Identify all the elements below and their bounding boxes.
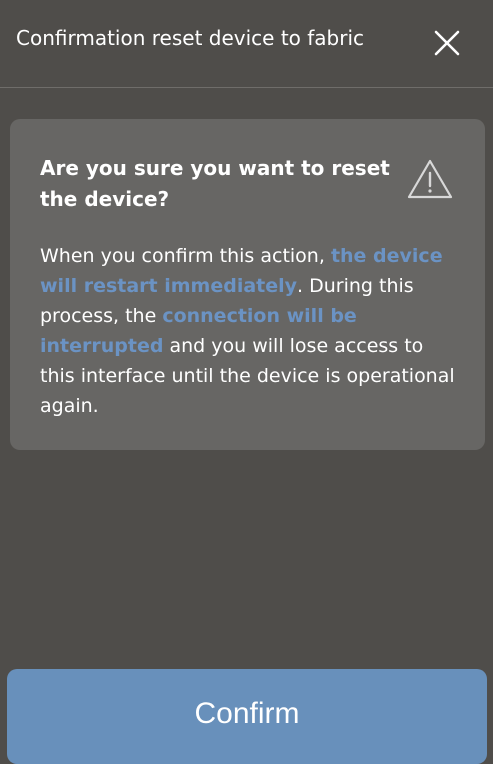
close-icon xyxy=(434,30,460,56)
warning-message: When you confirm this action, the device… xyxy=(40,241,460,421)
confirm-button[interactable]: Confirm xyxy=(7,669,487,764)
dialog-title: Confirmation reset device to fabric xyxy=(16,26,365,50)
warning-card: Are you sure you want to reset the devic… xyxy=(10,119,485,450)
message-text: When you confirm this action, xyxy=(40,245,331,267)
close-button[interactable] xyxy=(426,22,466,62)
warning-triangle-icon xyxy=(407,159,453,199)
warning-heading: Are you sure you want to reset the devic… xyxy=(40,156,390,211)
dialog-header: Confirmation reset device to fabric xyxy=(0,0,493,88)
